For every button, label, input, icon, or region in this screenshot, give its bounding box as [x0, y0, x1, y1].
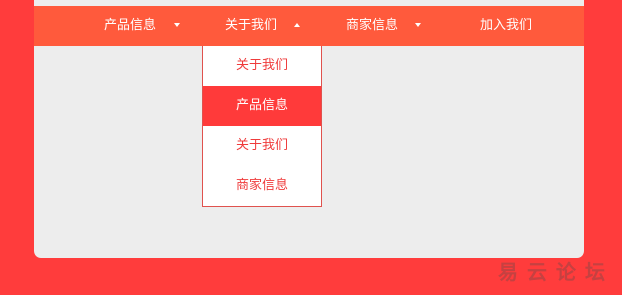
caret-down-icon	[415, 22, 422, 27]
caret-up-icon	[294, 22, 301, 27]
caret-down-icon	[174, 22, 181, 27]
watermark-logo: 易云论坛	[498, 260, 614, 284]
nav-item-label: 加入我们	[480, 18, 533, 33]
dropdown-item-about-us-2[interactable]: 关于我们	[203, 126, 321, 166]
nav-item-about-us[interactable]: 关于我们	[225, 6, 301, 46]
nav-bar: 产品信息 关于我们 商家信息 加入我们	[34, 6, 584, 46]
nav-item-label: 产品信息	[104, 18, 157, 33]
content-panel: 产品信息 关于我们 商家信息 加入我们 关于我们 产品信息 关于我们 商家信息	[34, 0, 584, 258]
nav-item-merchant-info[interactable]: 商家信息	[346, 6, 422, 46]
dropdown-item-merchant-info[interactable]: 商家信息	[203, 166, 321, 206]
dropdown-menu: 关于我们 产品信息 关于我们 商家信息	[202, 46, 322, 207]
nav-item-product-info[interactable]: 产品信息	[104, 6, 181, 46]
nav-item-join-us[interactable]: 加入我们	[480, 6, 532, 46]
dropdown-item-about-us[interactable]: 关于我们	[203, 46, 321, 86]
nav-item-label: 商家信息	[346, 18, 399, 33]
dropdown-item-product-info[interactable]: 产品信息	[203, 86, 321, 126]
nav-item-label: 关于我们	[225, 18, 278, 33]
